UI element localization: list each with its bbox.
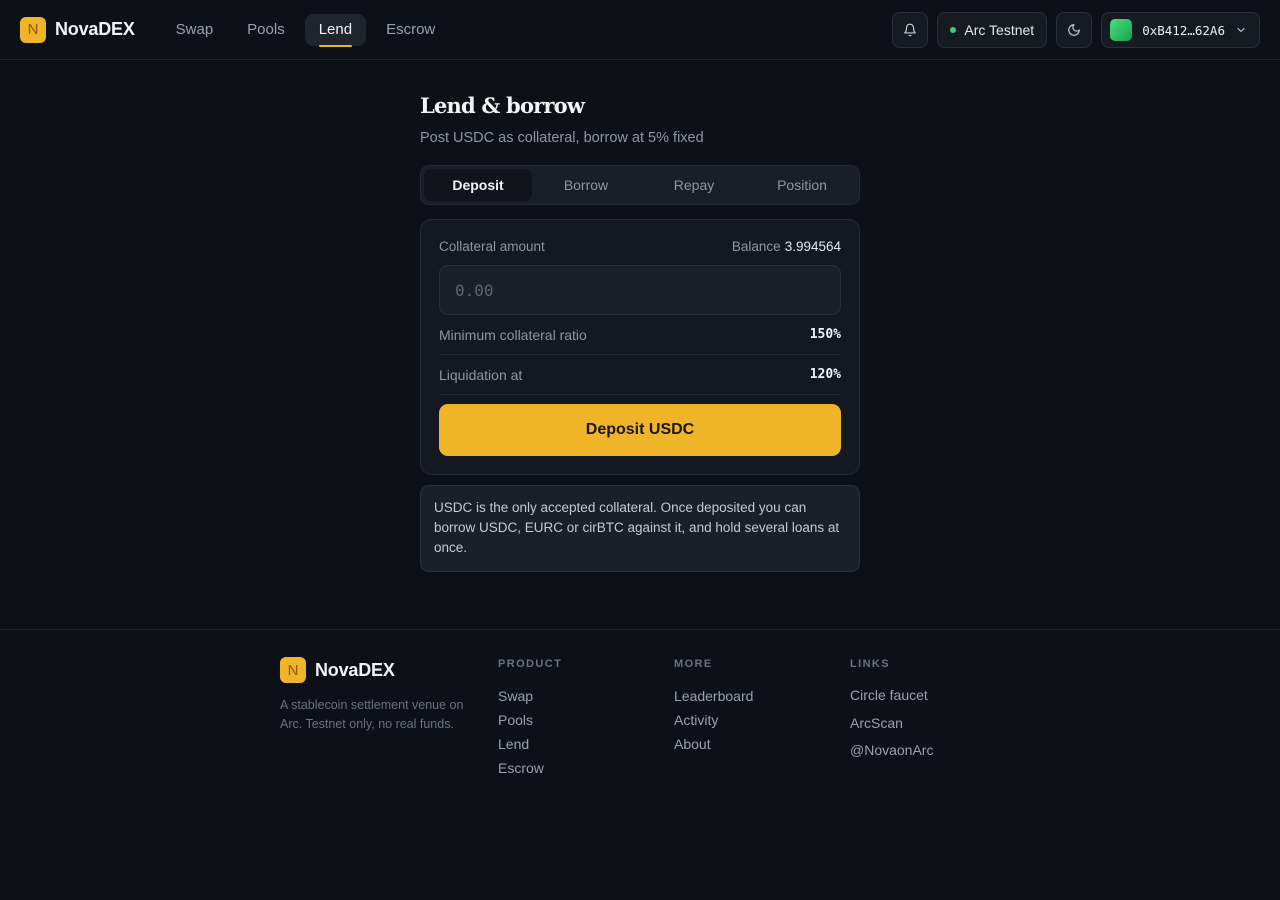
network-label: Arc Testnet	[964, 22, 1035, 38]
footer-link-lend[interactable]: Lend	[498, 732, 562, 756]
footer-links: Leaderboard Activity About	[674, 684, 753, 756]
lend-tabs: Deposit Borrow Repay Position	[420, 165, 860, 205]
top-header: N NovaDEX Swap Pools Lend Escrow Arc Tes…	[0, 0, 1280, 60]
stat-value: 150%	[809, 327, 841, 342]
footer-column-title: LINKS	[850, 658, 890, 670]
network-status-dot	[950, 27, 957, 33]
deposit-usdc-button[interactable]: Deposit USDC	[439, 404, 841, 456]
brand-logo[interactable]: N NovaDEX	[20, 16, 135, 43]
nav-pools[interactable]: Pools	[233, 14, 299, 46]
footer-link-leaderboard[interactable]: Leaderboard	[674, 684, 753, 708]
stat-row-min-ratio: Minimum collateral ratio 150%	[439, 315, 841, 355]
footer-column-more: MORE Leaderboard Activity About	[674, 658, 753, 756]
footer-column-product: PRODUCT Swap Pools Lend Escrow	[498, 658, 562, 780]
footer-link-arcscan[interactable]: ArcScan	[850, 710, 933, 738]
footer-link-escrow[interactable]: Escrow	[498, 756, 562, 780]
footer-link-twitter[interactable]: @NovaonArc	[850, 737, 933, 765]
brand-name: NovaDEX	[55, 19, 135, 39]
logo-badge: N	[20, 16, 46, 43]
stat-label: Liquidation at	[439, 366, 523, 383]
stat-value: 120%	[809, 367, 841, 382]
collateral-amount-input[interactable]	[439, 265, 841, 315]
footer-links: Circle faucet ArcScan @NovaonArc	[850, 682, 933, 765]
chevron-down-icon	[1237, 27, 1245, 33]
site-footer: N NovaDEX A stablecoin settlement venue …	[0, 629, 1280, 900]
balance-display[interactable]: Balance 3.994564	[732, 239, 841, 254]
header-actions: Arc Testnet 0xB412…62A6	[892, 12, 1260, 48]
network-selector[interactable]: Arc Testnet	[937, 12, 1048, 48]
wallet-address: 0xB412…62A6	[1142, 22, 1225, 38]
bell-icon	[904, 23, 917, 37]
footer-link-swap[interactable]: Swap	[498, 684, 562, 708]
nav-lend[interactable]: Lend	[304, 13, 367, 47]
nav-escrow[interactable]: Escrow	[372, 14, 449, 46]
wallet-button[interactable]: 0xB412…62A6	[1101, 12, 1260, 48]
tab-borrow[interactable]: Borrow	[532, 169, 640, 201]
footer-brand: N NovaDEX A stablecoin settlement venue …	[280, 657, 480, 734]
footer-link-circle-faucet[interactable]: Circle faucet	[850, 682, 933, 710]
footer-link-activity[interactable]: Activity	[674, 708, 753, 732]
footer-column-title: PRODUCT	[498, 658, 563, 670]
footer-link-about[interactable]: About	[674, 732, 753, 756]
stat-label: Minimum collateral ratio	[439, 326, 587, 343]
footer-links: Swap Pools Lend Escrow	[498, 684, 562, 780]
wallet-avatar	[1110, 19, 1133, 41]
moon-icon	[1068, 24, 1081, 36]
footer-description: A stablecoin settlement venue on Arc. Te…	[280, 698, 464, 731]
page-subtitle: Post USDC as collateral, borrow at 5% fi…	[420, 130, 704, 146]
footer-logo[interactable]: N NovaDEX	[280, 657, 480, 683]
lend-page: Lend & borrow Post USDC as collateral, b…	[420, 60, 860, 572]
balance-value: 3.994564	[784, 239, 841, 254]
footer-column-links: LINKS Circle faucet ArcScan @NovaonArc	[850, 658, 933, 765]
footer-column-title: MORE	[674, 658, 713, 670]
amount-header: Collateral amount Balance 3.994564	[439, 239, 841, 254]
main-nav: Swap Pools Lend Escrow	[162, 13, 450, 47]
stat-row-liquidation: Liquidation at 120%	[439, 355, 841, 395]
tab-repay[interactable]: Repay	[640, 169, 748, 201]
footer-link-pools[interactable]: Pools	[498, 708, 562, 732]
footer-logo-badge: N	[280, 657, 306, 683]
page-title: Lend & borrow	[420, 93, 585, 118]
tab-deposit[interactable]: Deposit	[424, 169, 532, 201]
nav-swap[interactable]: Swap	[162, 14, 228, 46]
deposit-card: Collateral amount Balance3.994564 Minimu…	[420, 219, 860, 475]
footer-brand-name: NovaDEX	[315, 659, 395, 680]
notifications-button[interactable]	[892, 12, 929, 48]
tab-position[interactable]: Position	[748, 169, 856, 201]
balance-label: Balance	[731, 239, 781, 254]
theme-toggle-button[interactable]	[1056, 12, 1093, 48]
info-note: USDC is the only accepted collateral. On…	[420, 485, 860, 572]
amount-label: Collateral amount	[439, 239, 545, 254]
